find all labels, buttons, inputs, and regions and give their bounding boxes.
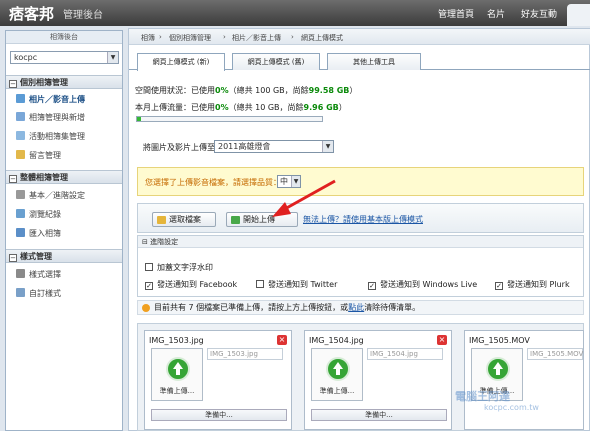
watermark-logo: 電腦王阿達 [455, 390, 510, 403]
annotation-arrow [272, 179, 336, 217]
watermark-url: kocpc.com.tw [484, 403, 539, 412]
